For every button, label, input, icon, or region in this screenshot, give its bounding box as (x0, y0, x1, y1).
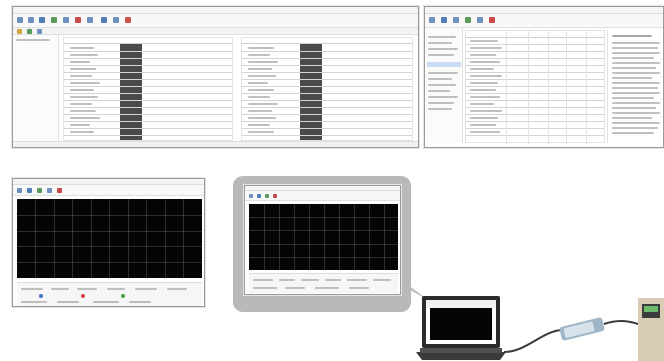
channel-settings-panel[interactable] (249, 273, 398, 293)
parameter-table-left (63, 37, 233, 141)
toolbar-icon[interactable] (465, 17, 471, 23)
waveform-monitor-window (12, 178, 205, 307)
oscilloscope-display[interactable] (249, 204, 398, 270)
toolbar-icon[interactable] (17, 17, 23, 23)
toolbar-icon[interactable] (249, 194, 253, 198)
channel-color-dot (121, 294, 125, 298)
ribbon-toolbar[interactable] (425, 14, 663, 28)
toolbar-icon[interactable] (39, 17, 45, 23)
device-tree-panel[interactable] (425, 28, 463, 143)
parameter-table-area (63, 37, 416, 141)
toolbar-icon[interactable] (441, 17, 447, 23)
parameter-list-window (12, 6, 419, 148)
parameter-help-panel (607, 30, 663, 143)
channel-color-dot (39, 294, 43, 298)
status-bar (13, 141, 418, 147)
parameter-table (465, 30, 605, 144)
toolbar-icon[interactable] (51, 17, 57, 23)
toolbar[interactable] (13, 185, 204, 196)
title-menu-bar[interactable] (425, 7, 663, 14)
toolbar-icon[interactable] (63, 17, 69, 23)
sub-toolbar[interactable] (13, 28, 418, 35)
toolbar-icon[interactable] (273, 194, 277, 198)
hardware-connection-illustration (416, 296, 664, 361)
parameter-table-right (241, 37, 413, 141)
toolbar-icon[interactable] (101, 17, 107, 23)
toolbar-icon[interactable] (57, 188, 62, 193)
usb-cable (503, 329, 562, 353)
toolbar-icon[interactable] (28, 17, 34, 23)
toolbar-icon[interactable] (125, 17, 131, 23)
selected-tree-item[interactable] (427, 62, 461, 67)
title-menu-bar[interactable] (13, 7, 418, 14)
channel-settings-panel[interactable] (17, 282, 202, 306)
ribbon-toolbar[interactable] (13, 14, 418, 28)
waveform-monitor-window-zoomed (244, 185, 401, 295)
parameter-detail-window (424, 6, 664, 148)
toolbar-icon[interactable] (47, 188, 52, 193)
toolbar-icon[interactable] (489, 17, 495, 23)
toolbar-icon[interactable] (87, 17, 93, 23)
toolbar-icon[interactable] (257, 194, 261, 198)
drive-unit (638, 298, 664, 361)
oscilloscope-display[interactable] (17, 199, 202, 278)
toolbar-icon[interactable] (429, 17, 435, 23)
toolbar-icon[interactable] (453, 17, 459, 23)
toolbar-icon[interactable] (37, 188, 42, 193)
serial-cable (603, 320, 639, 325)
toolbar-icon[interactable] (17, 29, 22, 34)
channel-color-dot (81, 294, 85, 298)
toolbar-icon[interactable] (37, 29, 42, 34)
device-tree-panel[interactable] (13, 35, 59, 141)
laptop (416, 296, 506, 360)
toolbar-icon[interactable] (27, 188, 32, 193)
usb-adapter (559, 317, 605, 341)
toolbar-icon[interactable] (27, 29, 32, 34)
toolbar-icon[interactable] (265, 194, 269, 198)
toolbar-icon[interactable] (113, 17, 119, 23)
toolbar-icon[interactable] (477, 17, 483, 23)
toolbar-icon[interactable] (17, 188, 22, 193)
toolbar-icon[interactable] (75, 17, 81, 23)
toolbar[interactable] (245, 191, 400, 201)
